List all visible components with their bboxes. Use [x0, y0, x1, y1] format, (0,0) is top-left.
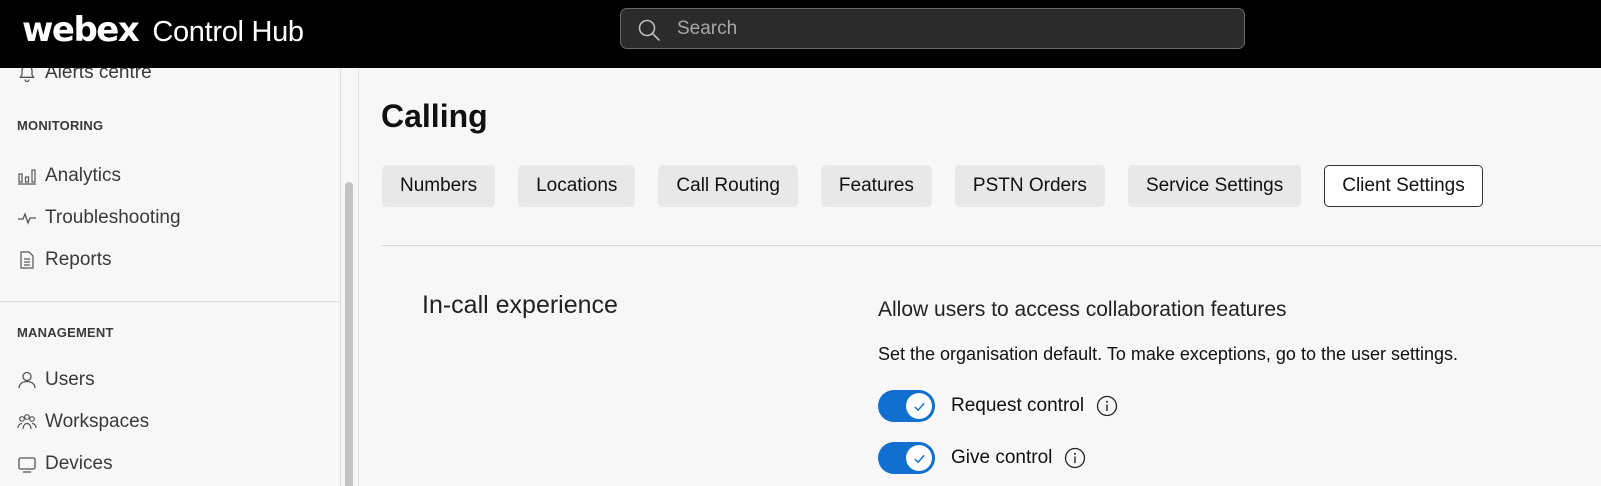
user-icon — [16, 369, 38, 391]
request-control-row: Request control — [878, 390, 1118, 422]
toggle-knob — [906, 445, 932, 471]
section-label-management: MANAGEMENT — [17, 325, 114, 340]
webex-logo: webex — [22, 10, 140, 50]
sidebar-item-reports[interactable]: Reports — [16, 245, 112, 275]
sidebar-item-label: Analytics — [45, 165, 122, 186]
product-name: Control Hub — [152, 16, 304, 48]
section-label-monitoring: MONITORING — [17, 118, 104, 133]
sidebar-item-analytics[interactable]: Analytics — [16, 161, 121, 191]
give-control-label: Give control — [951, 447, 1053, 468]
sidebar-item-label: Troubleshooting — [45, 207, 181, 228]
page-title: Calling — [381, 98, 488, 134]
sidebar: Alerts centre MONITORING Analytics Troub… — [0, 68, 341, 486]
give-control-toggle[interactable] — [878, 442, 935, 474]
tab-features[interactable]: Features — [820, 165, 932, 207]
sidebar-divider — [0, 301, 340, 302]
people-group-icon — [16, 411, 38, 433]
sidebar-scrollbar[interactable] — [341, 68, 359, 486]
give-control-row: Give control — [878, 442, 1086, 474]
info-icon[interactable] — [1064, 447, 1086, 469]
sidebar-item-users[interactable]: Users — [16, 365, 95, 395]
bar-chart-icon — [16, 165, 38, 187]
tab-pstn-orders[interactable]: PSTN Orders — [954, 165, 1105, 207]
sidebar-item-label: Alerts centre — [45, 68, 152, 83]
scrollbar-thumb[interactable] — [345, 182, 353, 486]
search-icon — [637, 18, 661, 42]
search-input[interactable] — [677, 9, 1217, 48]
search-box[interactable] — [620, 8, 1245, 49]
sidebar-item-troubleshooting[interactable]: Troubleshooting — [16, 203, 181, 233]
sidebar-item-devices[interactable]: Devices — [16, 449, 113, 479]
sidebar-item-label: Devices — [45, 453, 113, 474]
sidebar-item-alerts-centre[interactable]: Alerts centre — [16, 68, 152, 88]
collab-features-title: Allow users to access collaboration feat… — [878, 298, 1287, 321]
tab-service-settings[interactable]: Service Settings — [1127, 165, 1302, 207]
request-control-label: Request control — [951, 395, 1085, 416]
brand[interactable]: webex Control Hub — [22, 10, 304, 50]
info-icon[interactable] — [1096, 395, 1118, 417]
check-icon — [913, 402, 925, 411]
tab-numbers[interactable]: Numbers — [382, 165, 496, 207]
section-heading: In-call experience — [422, 291, 618, 319]
check-icon — [913, 454, 925, 463]
toggle-knob — [906, 393, 932, 419]
pulse-icon — [16, 207, 38, 229]
device-icon — [16, 453, 38, 475]
tab-locations[interactable]: Locations — [518, 165, 636, 207]
top-bar: webex Control Hub — [0, 0, 1601, 68]
tab-client-settings[interactable]: Client Settings — [1324, 165, 1483, 207]
bell-icon — [16, 68, 38, 84]
sidebar-item-workspaces[interactable]: Workspaces — [16, 407, 149, 437]
sidebar-item-label: Users — [45, 369, 95, 390]
sidebar-item-label: Workspaces — [45, 411, 150, 432]
sidebar-item-label: Reports — [45, 249, 112, 270]
collab-features-description: Set the organisation default. To make ex… — [878, 344, 1459, 364]
tab-bar: Numbers Locations Call Routing Features … — [382, 165, 1506, 207]
document-icon — [16, 249, 38, 271]
content-divider — [381, 245, 1601, 246]
tab-call-routing[interactable]: Call Routing — [658, 165, 798, 207]
request-control-toggle[interactable] — [878, 390, 935, 422]
